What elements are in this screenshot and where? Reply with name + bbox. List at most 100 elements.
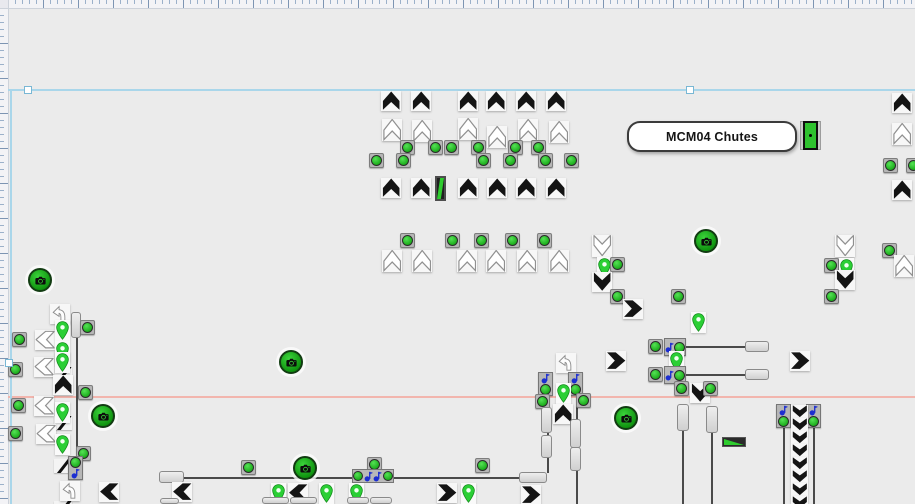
conveyor-segment-vertical[interactable] [570,447,581,471]
green-status-light[interactable] [883,158,898,173]
black-chevron-up-icon[interactable] [486,91,506,111]
selection-handle[interactable] [5,359,13,367]
ramp-gauge-left[interactable] [722,437,746,447]
white-chevron-left-icon[interactable] [36,424,56,444]
green-status-light[interactable] [505,233,520,248]
signal-cluster[interactable] [352,469,394,483]
black-chevron-right-icon[interactable] [521,485,541,504]
white-chevron-up-icon[interactable] [892,123,912,145]
green-status-light[interactable] [475,458,490,473]
black-chevron-down-icon[interactable] [791,457,808,470]
black-chevron-up-icon[interactable] [546,178,566,198]
conveyor-segment-horizontal[interactable] [347,497,369,504]
green-status-light[interactable] [444,140,459,155]
black-chevron-up-icon[interactable] [381,91,401,111]
location-pin-icon[interactable] [55,402,70,423]
white-chevron-left-icon[interactable] [34,396,54,416]
white-chevron-up-icon[interactable] [517,250,537,272]
conveyor-segment-vertical[interactable] [706,406,718,433]
white-chevron-up-icon[interactable] [518,119,538,141]
conveyor-segment-horizontal[interactable] [160,498,179,504]
conveyor-segment-vertical[interactable] [677,404,689,431]
turn-arrow-icon[interactable] [556,353,576,373]
green-status-light[interactable] [824,289,839,304]
black-chevron-down-icon[interactable] [835,270,855,290]
signal-stack-blue-green[interactable] [776,404,791,428]
black-chevron-down-icon[interactable] [592,272,612,292]
black-chevron-up-icon[interactable] [546,91,566,111]
green-status-light[interactable] [648,367,663,382]
green-status-light[interactable] [8,426,23,441]
location-pin-icon[interactable] [55,320,70,341]
conveyor-segment-vertical[interactable] [541,407,552,433]
black-chevron-up-icon[interactable] [516,91,536,111]
black-chevron-down-icon[interactable] [791,470,808,483]
white-chevron-up-icon[interactable] [412,120,432,142]
location-pin-icon[interactable] [556,383,571,404]
green-status-light[interactable] [703,381,718,396]
green-status-light[interactable] [538,153,553,168]
black-chevron-right-icon[interactable] [623,299,643,319]
black-chevron-right-icon[interactable] [437,483,457,503]
turn-arrow-icon[interactable] [60,481,80,501]
conveyor-segment-vertical[interactable] [570,419,581,448]
signal-stack-blue-green[interactable] [538,372,553,396]
black-chevron-down-icon[interactable] [791,405,808,418]
green-status-light[interactable] [12,332,27,347]
white-chevron-up-icon[interactable] [457,250,477,272]
black-chevron-up-icon[interactable] [53,375,73,395]
green-status-light[interactable] [503,153,518,168]
camera-icon[interactable] [91,404,115,428]
green-status-light[interactable] [474,233,489,248]
green-status-light[interactable] [11,398,26,413]
valve-indicator[interactable] [800,121,821,150]
conveyor-segment-horizontal[interactable] [519,472,547,483]
white-chevron-up-icon[interactable] [486,250,506,272]
white-chevron-up-icon[interactable] [894,255,914,277]
signal-stack-green-blue[interactable] [68,456,83,480]
green-status-light[interactable] [396,153,411,168]
white-chevron-left-icon[interactable] [35,330,55,350]
black-chevron-down-icon[interactable] [791,431,808,444]
location-pin-icon[interactable] [55,434,70,455]
signal-stack-blue-green[interactable] [806,404,821,428]
black-chevron-down-icon[interactable] [791,418,808,431]
green-status-light[interactable] [445,233,460,248]
black-chevron-down-icon[interactable] [791,496,808,504]
green-status-light[interactable] [674,381,689,396]
black-chevron-up-icon[interactable] [411,178,431,198]
white-chevron-up-icon[interactable] [549,121,569,143]
selection-handle[interactable] [686,86,694,94]
green-status-light[interactable] [537,233,552,248]
conveyor-segment-horizontal[interactable] [290,497,317,504]
diagonal-level-gauge[interactable] [435,176,446,201]
green-status-light[interactable] [906,158,915,173]
conveyor-segment-horizontal[interactable] [370,497,392,504]
white-chevron-up-icon[interactable] [382,250,402,272]
green-status-light[interactable] [78,385,93,400]
green-status-light[interactable] [80,320,95,335]
green-status-light[interactable] [428,140,443,155]
black-chevron-up-icon[interactable] [892,93,912,113]
black-chevron-up-icon[interactable] [458,91,478,111]
conveyor-segment-horizontal[interactable] [745,369,769,380]
black-chevron-up-icon[interactable] [892,180,912,200]
black-chevron-down-icon[interactable] [791,483,808,496]
camera-icon[interactable] [293,456,317,480]
green-status-light[interactable] [576,393,591,408]
white-chevron-up-icon[interactable] [412,250,432,272]
black-chevron-right-icon[interactable] [606,351,626,371]
conveyor-segment-vertical[interactable] [541,435,552,458]
green-status-light[interactable] [369,153,384,168]
location-pin-icon[interactable] [55,352,70,373]
green-status-light[interactable] [476,153,491,168]
green-status-light[interactable] [610,257,625,272]
black-chevron-up-icon[interactable] [458,178,478,198]
black-chevron-down-icon[interactable] [791,444,808,457]
selection-handle[interactable] [24,86,32,94]
green-status-light[interactable] [400,233,415,248]
conveyor-segment-horizontal[interactable] [745,341,769,352]
location-pin-icon[interactable] [691,312,706,333]
conveyor-segment-horizontal[interactable] [262,497,289,504]
white-chevron-left-icon[interactable] [34,357,54,377]
